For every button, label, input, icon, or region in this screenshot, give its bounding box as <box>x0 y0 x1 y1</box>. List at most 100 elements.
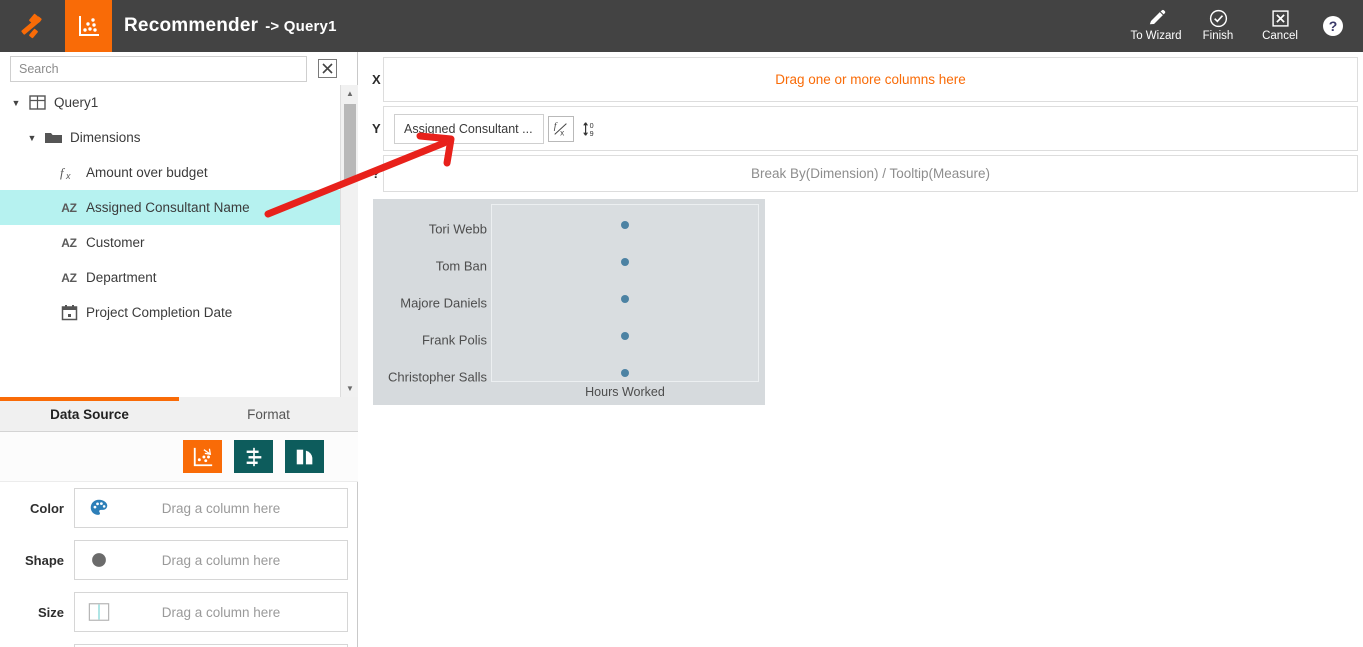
data-point[interactable] <box>621 258 629 266</box>
search-input[interactable] <box>10 55 307 82</box>
data-point[interactable] <box>621 295 629 303</box>
tree-item-amount-over-budget[interactable]: f x Amount over budget <box>0 155 340 190</box>
finish-button[interactable]: Finish <box>1187 0 1249 52</box>
tree-item-department[interactable]: AZ Department <box>0 260 340 295</box>
data-point[interactable] <box>621 221 629 229</box>
main-panel: X Drag one or more columns here Y Assign… <box>359 52 1363 647</box>
circle-shape-icon <box>75 549 123 571</box>
svg-text:x: x <box>560 128 564 137</box>
tree-item-project-completion-date[interactable]: Project Completion Date <box>0 295 340 330</box>
clear-search-button[interactable] <box>318 59 337 78</box>
shelf-label: Size <box>37 604 64 620</box>
break-by-hint: Break By(Dimension) / Tooltip(Measure) <box>750 166 991 181</box>
app-root: Recommender -> Query1 To Wizard Finish C… <box>0 0 1363 647</box>
chevron-down-icon[interactable]: ▼ <box>24 133 40 143</box>
y-field-formula-button[interactable]: f x <box>548 115 574 142</box>
svg-text:9: 9 <box>590 129 594 138</box>
chart-x-axis-title: Hours Worked <box>585 385 665 399</box>
size-dropzone[interactable]: Drag a column here <box>74 592 348 632</box>
tab-data-source[interactable]: Data Source <box>0 397 179 431</box>
data-source-tree: ▼ Query1 ▼ Dimensions f x Amount over bu… <box>0 85 340 397</box>
x-axis-dropzone[interactable]: Drag one or more columns here <box>383 57 1358 102</box>
chevron-down-icon[interactable]: ▼ <box>8 98 24 108</box>
tab-label: Format <box>247 406 290 422</box>
finish-label: Finish <box>1202 30 1234 43</box>
x-axis-letter: X <box>372 72 381 87</box>
y-axis-dropzone[interactable]: Assigned Consultant ... f x 0 9 <box>383 106 1358 151</box>
app-header: Recommender -> Query1 To Wizard Finish C… <box>0 0 1363 52</box>
left-panel-tabs: Data Source Format <box>0 397 358 432</box>
viz-distribution-button[interactable] <box>234 440 273 473</box>
flip-axis-icon <box>296 449 312 464</box>
cancel-button[interactable]: Cancel <box>1249 0 1311 52</box>
tree-node-query1[interactable]: ▼ Query1 <box>0 85 340 120</box>
shelf-shape: Shape Drag a column here <box>0 534 358 586</box>
break-by-letter: ? <box>372 166 380 181</box>
scatter-plot-icon <box>193 447 212 466</box>
y-field-sort-button[interactable]: 0 9 <box>578 116 604 142</box>
y-tick-label: Frank Polis <box>421 332 487 348</box>
size-bar-icon <box>75 601 123 623</box>
tree-node-dimensions[interactable]: ▼ Dimensions <box>0 120 340 155</box>
help-button[interactable]: ? <box>1311 0 1355 52</box>
chart-plot-area[interactable] <box>491 204 759 382</box>
left-panel: ▼ Query1 ▼ Dimensions <box>0 52 358 647</box>
data-point[interactable] <box>621 332 629 340</box>
svg-text:f: f <box>554 121 558 132</box>
x-box-icon <box>1271 10 1289 27</box>
data-point[interactable] <box>621 369 629 377</box>
tree-node-label: Assigned Consultant Name <box>86 200 250 215</box>
y-tick-label: Tom Ban <box>435 258 487 274</box>
shelf-placeholder: Drag a column here <box>161 552 281 568</box>
close-x-icon <box>322 63 333 74</box>
tree-node-label: Project Completion Date <box>86 305 233 320</box>
tree-node-label: Amount over budget <box>86 165 208 180</box>
az-icon: AZ <box>61 270 77 285</box>
chart-container[interactable]: Tori Webb Tom Ban Majore Daniels Frank P… <box>373 199 765 405</box>
y-tick-label: Christopher Salls <box>388 369 487 385</box>
app-logo[interactable] <box>0 0 65 52</box>
tree-item-assigned-consultant-name[interactable]: AZ Assigned Consultant Name <box>0 190 340 225</box>
tools-logo-icon <box>20 13 42 39</box>
y-field-chip-label: Assigned Consultant ... <box>404 121 533 136</box>
az-icon: AZ <box>61 200 77 215</box>
tree-node-label: Dimensions <box>70 130 141 145</box>
chart-y-axis-labels: Tori Webb Tom Ban Majore Daniels Frank P… <box>373 204 487 385</box>
viz-flip-axis-button[interactable] <box>285 440 324 473</box>
y-axis-letter: Y <box>372 121 381 136</box>
shape-dropzone[interactable]: Drag a column here <box>74 540 348 580</box>
tree-node-label: Query1 <box>54 95 99 110</box>
shelf-color: Color Drag a column here <box>0 482 358 534</box>
question-mark-icon: ? <box>1323 16 1343 36</box>
scroll-down-arrow-icon[interactable]: ▼ <box>341 380 359 397</box>
tree-scrollbar[interactable]: ▲ ▼ <box>340 85 358 397</box>
y-tick-label: Majore Daniels <box>400 295 487 311</box>
shelf-placeholder: Drag a column here <box>161 500 281 516</box>
tree-item-customer[interactable]: AZ Customer <box>0 225 340 260</box>
folder-icon <box>40 130 66 145</box>
shelf-label: Color <box>30 500 64 516</box>
break-by-dropzone[interactable]: Break By(Dimension) / Tooltip(Measure) <box>383 155 1358 192</box>
distribution-icon <box>246 447 261 466</box>
svg-text:?: ? <box>1329 18 1338 34</box>
to-wizard-button[interactable]: To Wizard <box>1125 0 1187 52</box>
tab-format[interactable]: Format <box>179 397 358 431</box>
viz-type-buttons <box>0 432 358 482</box>
header-viz-icon-button[interactable] <box>65 0 112 52</box>
app-title-text: Recommender <box>124 15 259 36</box>
page-title: Recommender -> Query1 <box>124 0 337 52</box>
scrollbar-thumb[interactable] <box>344 104 356 180</box>
shelf-text: Text Drag a column here <box>0 638 358 647</box>
viz-scatter-button[interactable] <box>183 440 222 473</box>
shelf-label: Shape <box>24 552 64 568</box>
y-field-chip[interactable]: Assigned Consultant ... <box>394 113 544 144</box>
encoding-shelves: Color Drag a column here Shape Drag a co… <box>0 482 358 647</box>
app-title-query: -> Query1 <box>265 17 337 35</box>
fx-icon: f x <box>56 165 82 181</box>
color-dropzone[interactable]: Drag a column here <box>74 488 348 528</box>
x-axis-hint: Drag one or more columns here <box>775 72 966 87</box>
svg-text:x: x <box>65 171 71 181</box>
sort-icon: 0 9 <box>583 121 594 138</box>
tree-node-label: Customer <box>86 235 145 250</box>
scroll-up-arrow-icon[interactable]: ▲ <box>341 85 359 102</box>
